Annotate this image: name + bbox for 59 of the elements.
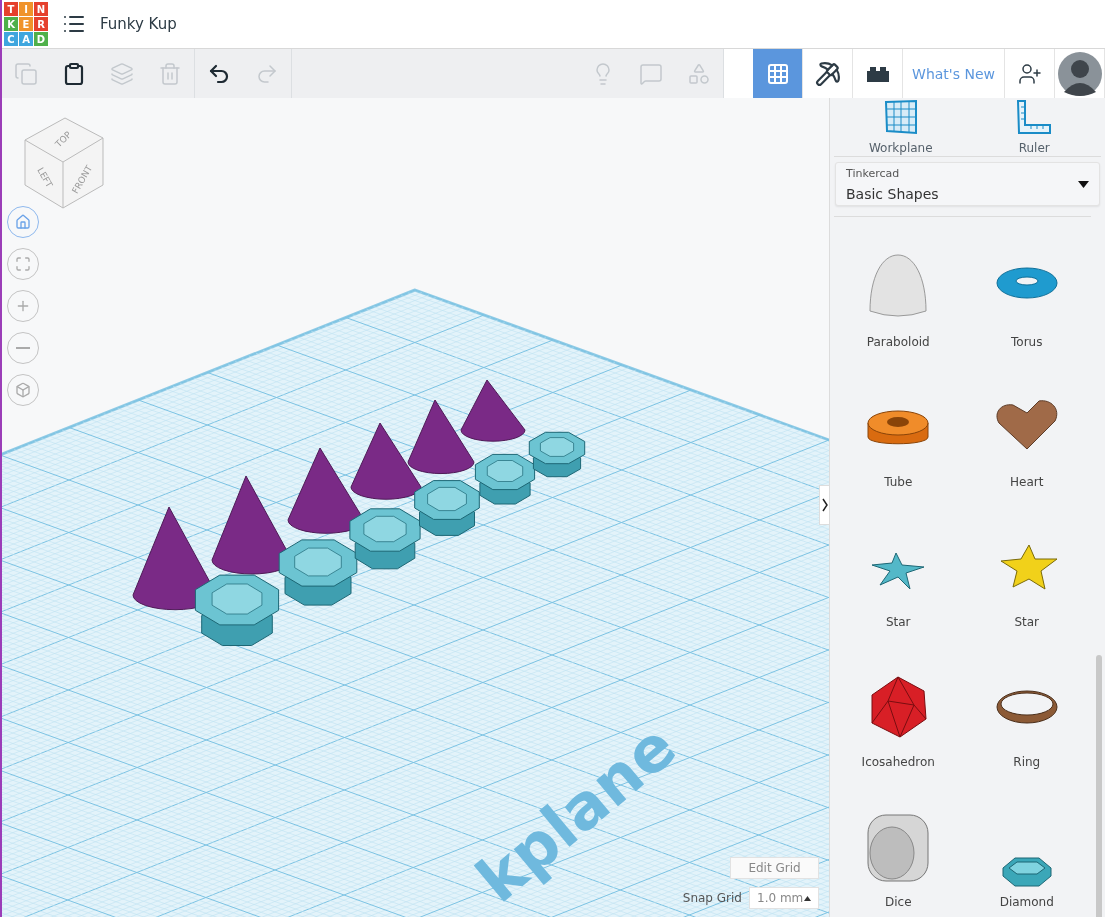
shape-label: Tube xyxy=(884,475,913,489)
snap-grid-label: Snap Grid xyxy=(682,891,742,905)
shape-label: Star xyxy=(885,615,911,629)
diamond-shape-icon xyxy=(1001,857,1052,887)
shape-label: Icosahedron xyxy=(861,755,935,769)
perspective-button[interactable] xyxy=(7,374,39,406)
cone-shape xyxy=(460,379,526,442)
workplane-icon xyxy=(882,99,919,135)
shape-label: Diamond xyxy=(999,895,1054,909)
home-icon xyxy=(15,214,31,230)
pickaxe-icon xyxy=(814,60,841,87)
workplane-tool-button[interactable]: Workplane xyxy=(834,98,968,156)
avatar-icon xyxy=(1057,51,1102,96)
panel-toggle-handle[interactable] xyxy=(819,485,829,525)
view-cube[interactable] xyxy=(24,117,104,209)
gem-shape xyxy=(474,453,536,505)
document-title[interactable]: Funky Kup xyxy=(100,15,177,33)
edit-grid-button[interactable]: Edit Grid xyxy=(730,857,819,879)
shape-card[interactable]: Star xyxy=(834,497,963,637)
caret-down-icon xyxy=(1078,180,1089,188)
library-value: Basic Shapes xyxy=(846,185,940,202)
shape-library-dropdown[interactable]: Tinkercad Basic Shapes xyxy=(835,162,1100,206)
grid-icon xyxy=(765,61,790,86)
fit-view-icon xyxy=(15,256,31,272)
shape-label: Heart xyxy=(1010,475,1044,489)
shape-label: Torus xyxy=(1011,335,1043,349)
shape-card[interactable]: Dice xyxy=(834,777,963,917)
user-add-icon xyxy=(1017,61,1042,86)
zoom-out-button[interactable] xyxy=(7,332,39,364)
home-button[interactable] xyxy=(7,206,39,238)
shape-card[interactable]: Tube xyxy=(834,357,963,497)
cube-icon xyxy=(15,382,31,398)
shape-card[interactable]: Diamond xyxy=(962,777,1091,917)
shape-card[interactable]: Paraboloid xyxy=(834,217,963,357)
caret-icon xyxy=(804,895,811,901)
ruler-tool-button[interactable]: Ruler xyxy=(967,98,1101,156)
brick-icon xyxy=(864,64,891,83)
shape-card[interactable]: Icosahedron xyxy=(834,637,963,777)
library-caption: Tinkercad xyxy=(846,166,901,180)
shape-card[interactable]: Star xyxy=(962,497,1091,637)
shape-label: Dice xyxy=(884,895,912,909)
zoom-in-icon xyxy=(15,298,31,314)
account-button[interactable] xyxy=(1055,49,1105,98)
gem-shape xyxy=(349,508,421,570)
gem-shape xyxy=(528,431,586,478)
shape-card[interactable]: Ring xyxy=(962,637,1091,777)
shape-label: Star xyxy=(1014,615,1040,629)
zoom-in-button[interactable] xyxy=(7,290,39,322)
app-logo[interactable]: T I N K E R C A D xyxy=(4,2,48,46)
gem-shape xyxy=(414,480,480,536)
fit-button[interactable] xyxy=(7,248,39,280)
cube-top-label: TOP xyxy=(53,129,74,150)
snap-grid-select[interactable]: 1.0 mm xyxy=(749,887,819,909)
shape-label: Ring xyxy=(1013,755,1041,769)
shape-label: Paraboloid xyxy=(866,335,930,349)
shape-card[interactable]: Torus xyxy=(962,217,1091,357)
chevron-icon xyxy=(821,498,828,512)
shape-card[interactable]: Heart xyxy=(962,357,1091,497)
scrollbar[interactable] xyxy=(1096,655,1102,917)
